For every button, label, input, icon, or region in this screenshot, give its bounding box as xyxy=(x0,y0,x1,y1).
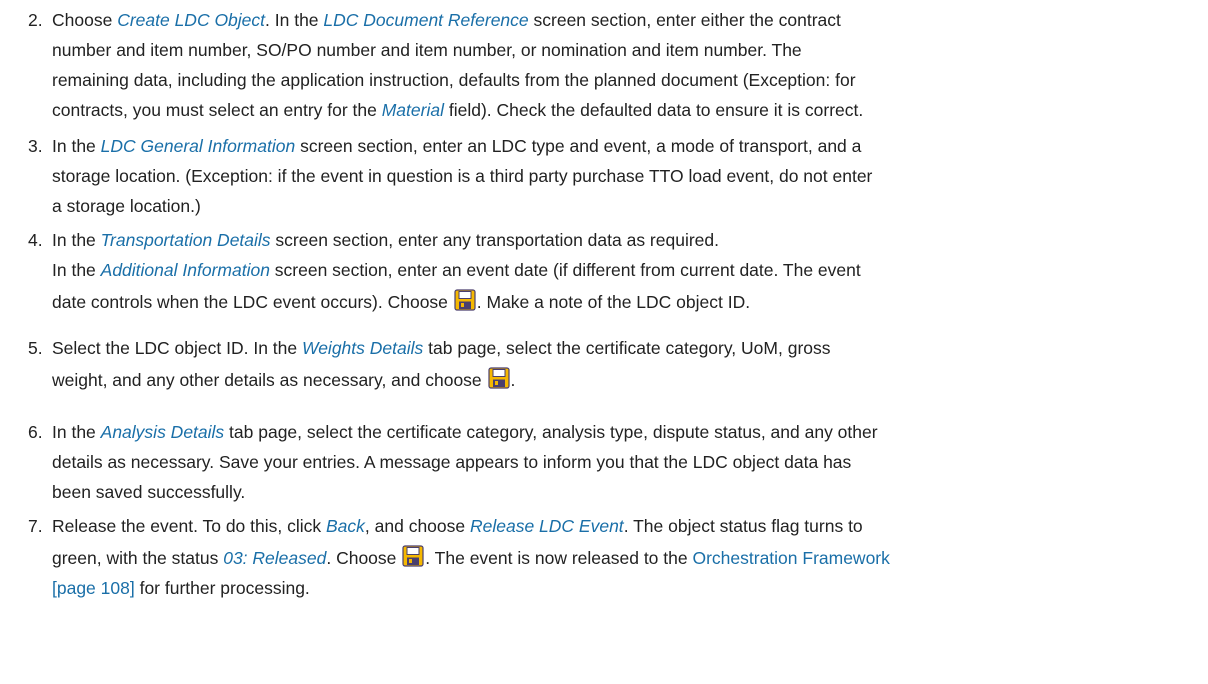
text-run: tab page, select the certificate categor… xyxy=(423,338,831,358)
text-run: contracts, you must select an entry for … xyxy=(52,100,382,120)
step-text-line: Select the LDC object ID. In the Weights… xyxy=(52,334,831,362)
text-run: date controls when the LDC event occurs)… xyxy=(52,292,453,312)
text-run: . Choose xyxy=(326,548,402,568)
step-number: 3. xyxy=(28,136,43,156)
text-run: green, with the status xyxy=(52,548,224,568)
text-run: screen section, enter an LDC type and ev… xyxy=(295,136,862,156)
step-text-line: remaining data, including the applicatio… xyxy=(52,66,856,94)
ui-term: Release LDC Event xyxy=(469,516,624,536)
document-page: 2. Choose Create LDC Object. In the LDC D… xyxy=(0,0,1208,684)
text-run: Select the LDC object ID. In the xyxy=(52,338,302,358)
text-run: In the xyxy=(52,136,101,156)
save-icon xyxy=(454,289,476,311)
text-run: been saved successfully. xyxy=(52,482,246,502)
ui-term: Transportation Details xyxy=(100,230,271,250)
text-run: . xyxy=(510,370,516,390)
text-run: Release the event. To do this, click xyxy=(52,516,326,536)
step-number: 4. xyxy=(28,230,43,250)
step-text-line: weight, and any other details as necessa… xyxy=(52,366,515,394)
step-text-line: contracts, you must select an entry for … xyxy=(52,96,863,124)
text-run: field). Check the defaulted data to ensu… xyxy=(443,100,864,120)
step-number: 6. xyxy=(28,422,43,442)
step-text-line: a storage location.) xyxy=(52,192,201,220)
text-run: screen section, enter any transportation… xyxy=(270,230,720,250)
ui-term: Additional Information xyxy=(100,260,270,280)
ui-term: LDC Document Reference xyxy=(323,10,529,30)
step-text-line: [page 108] for further processing. xyxy=(52,574,310,602)
step-text-line: green, with the status 03: Released. Cho… xyxy=(52,544,890,572)
ui-term: Back xyxy=(326,516,365,536)
ui-term: Weights Details xyxy=(302,338,424,358)
step-number: 7. xyxy=(28,516,43,536)
step-text-line: In the Analysis Details tab page, select… xyxy=(52,418,878,446)
step-text-line: date controls when the LDC event occurs)… xyxy=(52,288,750,316)
text-run: . The object status flag turns to xyxy=(623,516,863,536)
text-run: In the xyxy=(52,260,101,280)
step-text-line: details as necessary. Save your entries.… xyxy=(52,448,851,476)
step-text-line: In the Additional Information screen sec… xyxy=(52,256,861,284)
ui-term: Analysis Details xyxy=(100,422,225,442)
text-run: . In the xyxy=(265,10,324,30)
step-text-line: number and item number, SO/PO number and… xyxy=(52,36,802,64)
step-text-line: Release the event. To do this, click Bac… xyxy=(52,512,863,540)
cross-reference-link[interactable]: Orchestration Framework xyxy=(692,548,889,568)
text-run: weight, and any other details as necessa… xyxy=(52,370,487,390)
text-run: for further processing. xyxy=(134,578,310,598)
text-run: Choose xyxy=(52,10,118,30)
step-text-line: In the Transportation Details screen sec… xyxy=(52,226,719,254)
save-icon xyxy=(402,545,424,567)
step-number: 5. xyxy=(28,338,43,358)
ui-term: Create LDC Object xyxy=(117,10,266,30)
text-run: In the xyxy=(52,230,101,250)
step-text-line: Choose Create LDC Object. In the LDC Doc… xyxy=(52,6,841,34)
text-run: tab page, select the certificate categor… xyxy=(224,422,878,442)
text-run: In the xyxy=(52,422,101,442)
text-run: number and item number, SO/PO number and… xyxy=(52,40,802,60)
text-run: . Make a note of the LDC object ID. xyxy=(476,292,751,312)
text-run: details as necessary. Save your entries.… xyxy=(52,452,852,472)
step-text-line: In the LDC General Information screen se… xyxy=(52,132,861,160)
text-run: remaining data, including the applicatio… xyxy=(52,70,856,90)
ui-term: Material xyxy=(381,100,444,120)
text-run: . The event is now released to the xyxy=(425,548,693,568)
ui-term: LDC General Information xyxy=(100,136,296,156)
text-run: screen section, enter an event date (if … xyxy=(269,260,861,280)
text-run: screen section, enter either the contrac… xyxy=(528,10,841,30)
step-text-line: storage location. (Exception: if the eve… xyxy=(52,162,872,190)
save-icon xyxy=(487,367,510,389)
text-run: a storage location.) xyxy=(52,196,201,216)
ui-term: 03: Released xyxy=(223,548,327,568)
step-number: 2. xyxy=(28,10,43,30)
text-run: , and choose xyxy=(364,516,470,536)
text-run: storage location. (Exception: if the eve… xyxy=(52,166,873,186)
cross-reference-link[interactable]: [page 108] xyxy=(52,578,135,598)
step-text-line: been saved successfully. xyxy=(52,478,245,506)
